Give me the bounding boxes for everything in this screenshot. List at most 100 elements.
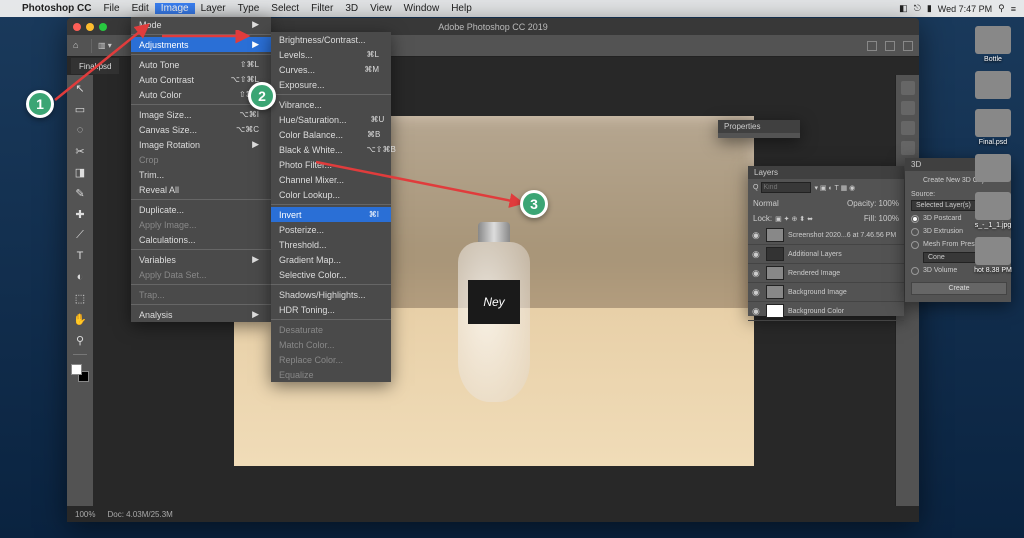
clock: Wed 7:47 PM — [938, 4, 992, 14]
menu-item-threshold-[interactable]: Threshold... — [271, 237, 391, 252]
desktop-file[interactable]: Bottle — [975, 26, 1011, 63]
menu-item-canvas-size-[interactable]: Canvas Size...⌥⌘C — [131, 122, 271, 137]
layer-row[interactable]: ◉Background Image — [748, 283, 904, 302]
layer-row[interactable]: ◉Additional Layers — [748, 245, 904, 264]
menu-item-image-rotation[interactable]: Image Rotation▶ — [131, 137, 271, 152]
menu-item-calculations-[interactable]: Calculations... — [131, 232, 271, 247]
tool[interactable]: ✂ — [71, 142, 89, 160]
menu-item-image-size-[interactable]: Image Size...⌥⌘I — [131, 107, 271, 122]
visibility-icon[interactable]: ◉ — [752, 306, 762, 316]
menu-item-posterize-[interactable]: Posterize... — [271, 222, 391, 237]
adjustments-submenu[interactable]: Brightness/Contrast...Levels...⌘LCurves.… — [271, 32, 391, 382]
notif-icon[interactable]: ≡ — [1011, 4, 1016, 14]
tool[interactable]: ✎ — [71, 184, 89, 202]
home-icon[interactable]: ⌂ — [73, 40, 85, 52]
menu-select[interactable]: Select — [265, 3, 305, 14]
layer-row[interactable]: ◉Screenshot 2020...6 at 7.46.56 PM — [748, 226, 904, 245]
menu-item-trim-[interactable]: Trim... — [131, 167, 271, 182]
menu-image[interactable]: Image — [155, 3, 195, 14]
zoom-level[interactable]: 100% — [75, 510, 95, 519]
visibility-icon[interactable]: ◉ — [752, 268, 762, 278]
tool[interactable]: ✋ — [71, 310, 89, 328]
menu-item-analysis[interactable]: Analysis▶ — [131, 307, 271, 322]
battery-icon: ▮ — [927, 3, 932, 14]
menu-file[interactable]: File — [97, 3, 125, 14]
tool[interactable]: ◐ — [71, 268, 89, 286]
menu-3d[interactable]: 3D — [339, 3, 364, 14]
tool[interactable]: ↖ — [71, 79, 89, 97]
menu-help[interactable]: Help — [445, 3, 478, 14]
badge-1: 1 — [26, 90, 54, 118]
menu-view[interactable]: View — [364, 3, 398, 14]
menu-item-photo-filter-[interactable]: Photo Filter... — [271, 157, 391, 172]
toolbar-opts[interactable]: ▥ ▾ — [98, 41, 112, 50]
image-menu[interactable]: Mode▶ Adjustments▶ Auto Tone⇧⌘LAuto Contra… — [131, 17, 271, 322]
bottle-image: Ney — [458, 222, 530, 402]
spotlight-icon[interactable]: ⚲ — [998, 3, 1005, 14]
doc-tab[interactable]: Final.psd — [71, 58, 119, 74]
menu-edit[interactable]: Edit — [126, 3, 155, 14]
menu-item-duplicate-[interactable]: Duplicate... — [131, 202, 271, 217]
menu-item-color-lookup-[interactable]: Color Lookup... — [271, 187, 391, 202]
menu-item-auto-tone[interactable]: Auto Tone⇧⌘L — [131, 57, 271, 72]
traffic-lights[interactable] — [73, 23, 107, 31]
visibility-icon[interactable]: ◉ — [752, 249, 762, 259]
bottle-label: Ney — [468, 280, 520, 324]
menu-item-curves-[interactable]: Curves...⌘M — [271, 62, 391, 77]
tool[interactable]: ▭ — [71, 100, 89, 118]
properties-panel[interactable]: Properties — [718, 120, 800, 138]
menu-item-brightness-contrast-[interactable]: Brightness/Contrast... — [271, 32, 391, 47]
badge-2: 2 — [248, 82, 276, 110]
visibility-icon[interactable]: ◉ — [752, 230, 762, 240]
mac-menubar: Photoshop CC FileEditImageLayerTypeSelec… — [0, 0, 1024, 17]
tool[interactable]: ◨ — [71, 163, 89, 181]
menu-item-apply-image-: Apply Image... — [131, 217, 271, 232]
desktop-file[interactable]: hot 8.38 PM — [974, 237, 1012, 274]
menu-item-mode[interactable]: Mode▶ — [131, 17, 271, 32]
tool[interactable]: ✚ — [71, 205, 89, 223]
share-icon[interactable] — [885, 41, 895, 51]
menu-item-channel-mixer-[interactable]: Channel Mixer... — [271, 172, 391, 187]
tool[interactable]: ⬚ — [71, 289, 89, 307]
menu-item-hue-saturation-[interactable]: Hue/Saturation...⌘U — [271, 112, 391, 127]
app-name[interactable]: Photoshop CC — [16, 3, 97, 14]
menu-type[interactable]: Type — [232, 3, 266, 14]
3d-create-button[interactable]: Create — [911, 282, 1007, 295]
menu-item-levels-[interactable]: Levels...⌘L — [271, 47, 391, 62]
menu-item-reveal-all[interactable]: Reveal All — [131, 182, 271, 197]
tool[interactable]: ⟋ — [71, 226, 89, 244]
desktop-file[interactable] — [975, 71, 1011, 101]
menu-item-match-color-: Match Color... — [271, 337, 391, 352]
menu-item-selective-color-[interactable]: Selective Color... — [271, 267, 391, 282]
layer-search[interactable] — [761, 182, 811, 193]
menu-window[interactable]: Window — [398, 3, 446, 14]
menu-item-shadows-highlights-[interactable]: Shadows/Highlights... — [271, 287, 391, 302]
desktop-file[interactable]: s_-_1_1.jpg — [975, 192, 1012, 229]
layers-panel[interactable]: Layers Q ▾ ▣ ◐ T ▦ ◉ Normal Opacity: 100… — [748, 166, 904, 316]
menu-item-invert[interactable]: Invert⌘I — [271, 207, 391, 222]
menu-item-vibrance-[interactable]: Vibrance... — [271, 97, 391, 112]
menu-item-black-white-[interactable]: Black & White...⌥⇧⌘B — [271, 142, 391, 157]
tool[interactable]: ⚲ — [71, 331, 89, 349]
workspace-icon[interactable] — [903, 41, 913, 51]
layer-row[interactable]: ◉Rendered Image — [748, 264, 904, 283]
menu-filter[interactable]: Filter — [305, 3, 339, 14]
search-icon[interactable] — [867, 41, 877, 51]
tool[interactable]: ◌ — [71, 121, 89, 139]
wifi-icon: ◧ — [899, 3, 908, 14]
menu-item-adjustments[interactable]: Adjustments▶ — [131, 37, 271, 52]
desktop-file[interactable] — [975, 154, 1011, 184]
desktop-file[interactable]: Final.psd — [975, 109, 1011, 146]
visibility-icon[interactable]: ◉ — [752, 287, 762, 297]
menu-item-exposure-[interactable]: Exposure... — [271, 77, 391, 92]
menu-layer[interactable]: Layer — [195, 3, 232, 14]
menu-item-auto-contrast[interactable]: Auto Contrast⌥⇧⌘L — [131, 72, 271, 87]
menu-item-hdr-toning-[interactable]: HDR Toning... — [271, 302, 391, 317]
layer-row[interactable]: ◉Background Color — [748, 302, 904, 321]
menu-item-replace-color-: Replace Color... — [271, 352, 391, 367]
color-swatches[interactable] — [71, 364, 89, 382]
menu-item-color-balance-[interactable]: Color Balance...⌘B — [271, 127, 391, 142]
menu-item-variables[interactable]: Variables▶ — [131, 252, 271, 267]
menu-item-gradient-map-[interactable]: Gradient Map... — [271, 252, 391, 267]
tool[interactable]: T — [71, 247, 89, 265]
